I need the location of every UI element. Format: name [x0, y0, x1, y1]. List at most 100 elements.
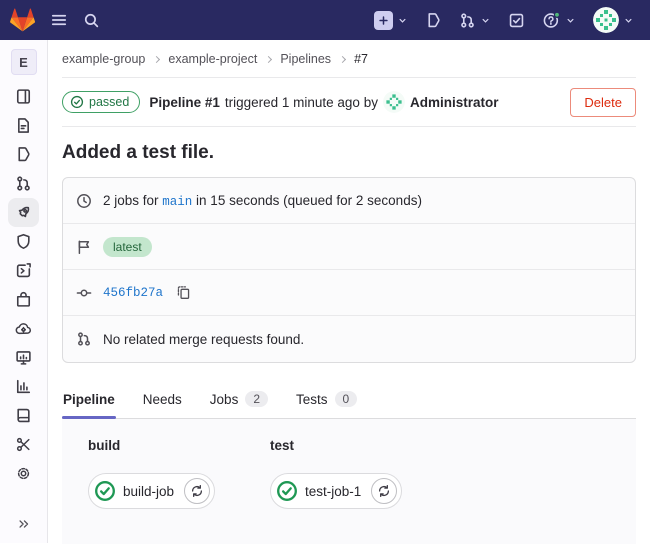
sidebar-item-packages-registries[interactable]: [8, 285, 39, 314]
duration-text: 2 jobs for main in 15 seconds (queued fo…: [103, 193, 422, 209]
help-menu-button[interactable]: [542, 11, 576, 30]
tests-count-badge: 0: [335, 391, 358, 407]
chevron-double-right-icon: [17, 517, 31, 531]
breadcrumb-group[interactable]: example-group: [62, 52, 145, 66]
retry-icon: [377, 484, 391, 498]
gear-icon: [15, 465, 32, 482]
job-name: test-job-1: [305, 484, 364, 499]
retry-job-button[interactable]: [371, 478, 397, 504]
sidebar-item-project-information[interactable]: [8, 82, 39, 111]
project-avatar[interactable]: E: [11, 49, 37, 75]
breadcrumb-separator-icon: [339, 55, 346, 62]
triggerer-name[interactable]: Administrator: [410, 95, 499, 110]
sidebar-collapse-button[interactable]: [13, 513, 35, 535]
sidebar-item-analytics[interactable]: [8, 372, 39, 401]
branch-link[interactable]: main: [162, 195, 192, 209]
project-icon: [15, 88, 32, 105]
status-success-icon: [94, 480, 116, 502]
merge-request-icon: [76, 331, 92, 347]
todos-button[interactable]: [508, 12, 525, 29]
status-badge-label: passed: [89, 95, 129, 109]
sidebar-item-infrastructure[interactable]: [8, 314, 39, 343]
tab-pipeline[interactable]: Pipeline: [62, 382, 116, 418]
clock-icon: [76, 193, 92, 209]
sidebar-item-snippets[interactable]: [8, 430, 39, 459]
sidebar-item-settings[interactable]: [8, 459, 39, 488]
plus-icon: [374, 11, 393, 30]
breadcrumb-separator-icon: [153, 55, 160, 62]
monitor-icon: [15, 349, 32, 366]
new-menu-button[interactable]: [374, 11, 408, 30]
document-icon: [15, 117, 32, 134]
main-content: example-group example-project Pipelines …: [48, 40, 650, 543]
top-navbar: [0, 0, 650, 40]
copy-commit-sha-button[interactable]: [176, 285, 191, 300]
search-button[interactable]: [83, 12, 100, 29]
sidebar-item-wiki[interactable]: [8, 401, 39, 430]
flag-icon: [76, 239, 92, 255]
summary-latest-row: latest: [63, 224, 635, 270]
stage-name: build: [88, 438, 236, 453]
jobs-count-badge: 2: [245, 391, 268, 407]
sidebar-item-issues[interactable]: [8, 140, 39, 169]
breadcrumb-pipeline-id: #7: [354, 52, 368, 66]
triggered-text: triggered 1 minute ago by: [225, 95, 378, 110]
commit-icon: [76, 285, 92, 301]
triggerer-avatar[interactable]: [383, 91, 405, 113]
hamburger-menu-button[interactable]: [50, 11, 68, 29]
no-merge-requests-text: No related merge requests found.: [103, 332, 304, 347]
retry-job-button[interactable]: [184, 478, 210, 504]
tab-jobs[interactable]: Jobs 2: [209, 382, 269, 418]
package-icon: [15, 291, 32, 308]
chevron-down-icon: [397, 15, 408, 26]
check-circle-icon: [70, 95, 84, 109]
merge-requests-button[interactable]: [459, 12, 491, 29]
merge-request-icon: [15, 175, 32, 192]
job-name: build-job: [123, 484, 177, 499]
user-avatar: [593, 7, 619, 33]
sidebar-item-security-compliance[interactable]: [8, 227, 39, 256]
status-badge[interactable]: passed: [62, 91, 140, 113]
project-sidebar: E: [0, 40, 48, 543]
breadcrumb-project[interactable]: example-project: [168, 52, 257, 66]
job-pill[interactable]: test-job-1: [270, 473, 402, 509]
delete-pipeline-button[interactable]: Delete: [570, 88, 636, 117]
sidebar-item-merge-requests[interactable]: [8, 169, 39, 198]
issues-button[interactable]: [425, 12, 442, 29]
chart-icon: [15, 378, 32, 395]
pipeline-status-bar: passed Pipeline #1 triggered 1 minute ag…: [62, 78, 636, 127]
tab-tests[interactable]: Tests 0: [295, 382, 358, 418]
pipeline-tabs: Pipeline Needs Jobs 2 Tests 0: [62, 382, 636, 419]
pipeline-graph: build build-job test test-job-1: [62, 419, 636, 544]
hamburger-icon: [50, 11, 68, 29]
issues-icon: [15, 146, 32, 163]
breadcrumb-pipelines[interactable]: Pipelines: [280, 52, 331, 66]
help-icon: [542, 11, 561, 30]
sidebar-item-monitor[interactable]: [8, 343, 39, 372]
search-icon: [83, 12, 100, 29]
sidebar-item-deployments[interactable]: [8, 256, 39, 285]
summary-commit-row: 456fb27a: [63, 270, 635, 316]
commit-sha-link[interactable]: 456fb27a: [103, 286, 163, 300]
pipeline-summary-card: 2 jobs for main in 15 seconds (queued fo…: [62, 177, 636, 363]
latest-badge: latest: [103, 237, 152, 257]
cloud-gear-icon: [15, 320, 32, 337]
sidebar-item-repository[interactable]: [8, 111, 39, 140]
issues-icon: [425, 12, 442, 29]
summary-duration-row: 2 jobs for main in 15 seconds (queued fo…: [63, 178, 635, 224]
deploy-icon: [15, 262, 32, 279]
summary-merge-requests-row: No related merge requests found.: [63, 316, 635, 362]
job-pill[interactable]: build-job: [88, 473, 215, 509]
gitlab-logo[interactable]: [10, 8, 35, 32]
stage-test: test test-job-1: [270, 438, 418, 509]
chevron-down-icon: [480, 15, 491, 26]
shield-icon: [15, 233, 32, 250]
chevron-down-icon: [565, 15, 576, 26]
stage-build: build build-job: [88, 438, 236, 509]
chevron-down-icon: [623, 15, 634, 26]
tab-needs[interactable]: Needs: [142, 382, 183, 418]
book-icon: [15, 407, 32, 424]
todo-check-icon: [508, 12, 525, 29]
user-menu-button[interactable]: [593, 7, 634, 33]
sidebar-item-ci-cd[interactable]: [8, 198, 39, 227]
